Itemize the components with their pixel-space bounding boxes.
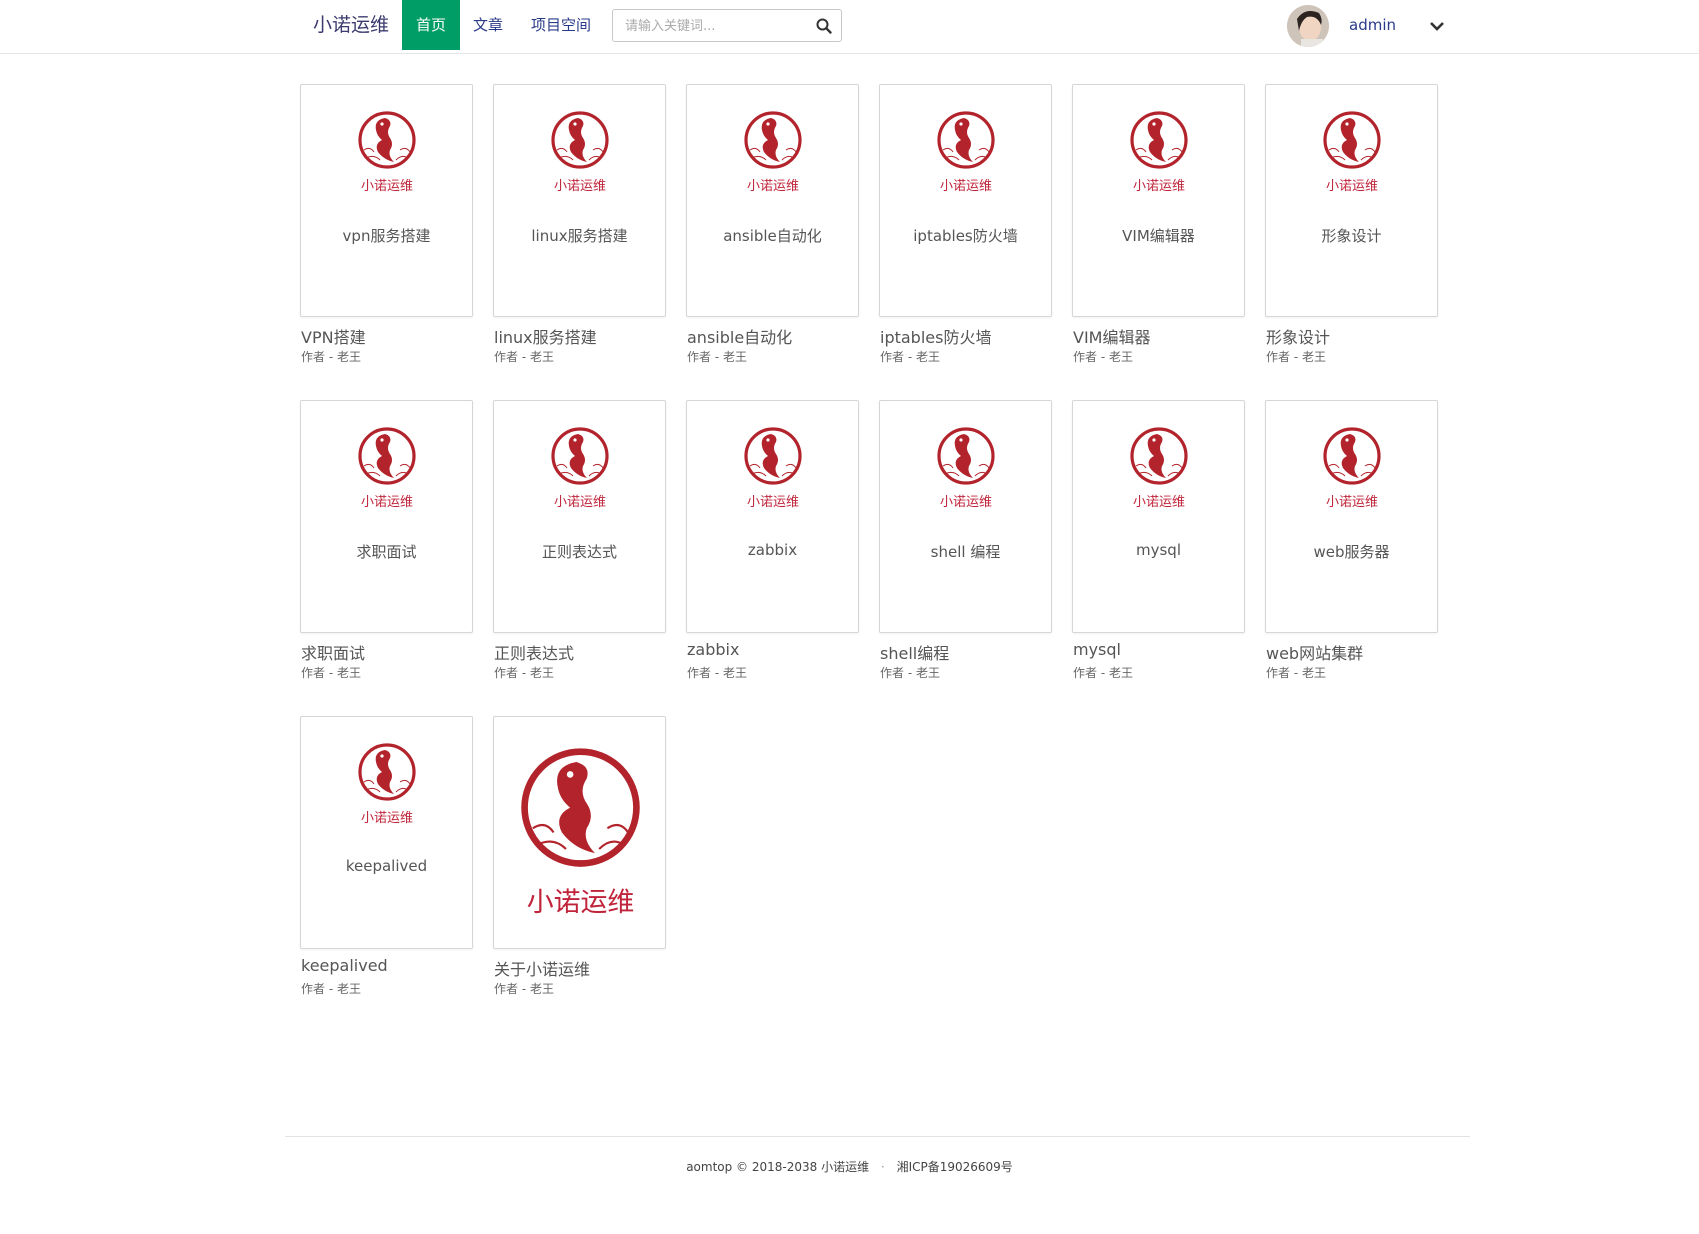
book-cover-title: vpn服务搭建: [342, 227, 431, 245]
book-cover[interactable]: ansible自动化: [686, 84, 859, 317]
book-title[interactable]: mysql: [1073, 640, 1121, 659]
book-title[interactable]: iptables防火墙: [880, 324, 991, 348]
book-author: 作者 - 老王: [494, 350, 554, 364]
book-author: 作者 - 老王: [687, 350, 747, 364]
koi-fish-logo-icon: [551, 427, 609, 512]
book-title[interactable]: web网站集群: [1266, 640, 1363, 664]
nav-projects[interactable]: 项目空间: [531, 0, 591, 50]
footer-copyright: aomtop © 2018-2038 小诺运维: [686, 1160, 870, 1174]
book-title[interactable]: VIM编辑器: [1073, 324, 1150, 348]
avatar-photo-icon: [1287, 5, 1329, 47]
book-title[interactable]: ansible自动化: [687, 324, 792, 348]
book-cover-title: 正则表达式: [541, 543, 617, 561]
book-cover[interactable]: web服务器: [1265, 400, 1438, 633]
search-input[interactable]: [625, 17, 805, 35]
book-title[interactable]: 形象设计: [1266, 324, 1330, 348]
book-cover[interactable]: vpn服务搭建: [300, 84, 473, 317]
book-title[interactable]: 求职面试: [301, 640, 365, 664]
book-title[interactable]: VPN搭建: [301, 324, 366, 348]
book-cover-title: zabbix: [747, 541, 798, 559]
koi-fish-logo-icon: [744, 111, 802, 196]
book-cover[interactable]: keepalived: [300, 716, 473, 949]
book-cover-title: 形象设计: [1321, 227, 1382, 245]
book-cover-title: shell 编程: [930, 543, 1001, 561]
koi-fish-logo-icon: [744, 427, 802, 512]
book-cover[interactable]: 形象设计: [1265, 84, 1438, 317]
koi-fish-logo-icon: [1323, 427, 1381, 512]
koi-fish-logo-icon: [508, 737, 653, 932]
book-cover[interactable]: VIM编辑器: [1072, 84, 1245, 317]
book-title[interactable]: 正则表达式: [494, 640, 574, 664]
book-author: 作者 - 老王: [1073, 666, 1133, 680]
user-avatar[interactable]: [1287, 5, 1329, 47]
book-cover[interactable]: linux服务搭建: [493, 84, 666, 317]
koi-fish-logo-icon: [358, 111, 416, 196]
username[interactable]: admin: [1349, 16, 1396, 34]
footer: aomtop © 2018-2038 小诺运维 · 湘ICP备19026609号: [0, 1158, 1699, 1175]
search-box: [612, 9, 842, 42]
koi-fish-logo-icon: [1323, 111, 1381, 196]
koi-fish-logo-icon: [358, 743, 416, 828]
koi-fish-logo-icon: [1130, 111, 1188, 196]
koi-fish-logo-icon: [937, 111, 995, 196]
book-author: 作者 - 老王: [880, 666, 940, 680]
footer-separator: ·: [880, 1160, 885, 1174]
brand-logo-text[interactable]: 小诺运维: [313, 11, 389, 39]
book-cover-title: linux服务搭建: [531, 227, 628, 245]
book-cover-title: mysql: [1136, 541, 1181, 559]
koi-fish-logo-icon: [1130, 427, 1188, 512]
book-author: 作者 - 老王: [301, 350, 361, 364]
book-cover-title: web服务器: [1313, 543, 1390, 561]
book-author: 作者 - 老王: [301, 666, 361, 680]
book-title[interactable]: 关于小诺运维: [494, 956, 590, 980]
book-author: 作者 - 老王: [1266, 350, 1326, 364]
nav-articles[interactable]: 文章: [473, 0, 503, 50]
book-cover-title: iptables防火墙: [913, 227, 1018, 245]
book-cover-title: 求职面试: [356, 543, 417, 561]
chevron-down-icon[interactable]: [1428, 17, 1446, 35]
book-author: 作者 - 老王: [494, 982, 554, 996]
book-title[interactable]: shell编程: [880, 640, 949, 664]
book-cover[interactable]: 求职面试: [300, 400, 473, 633]
book-cover[interactable]: [493, 716, 666, 949]
book-author: 作者 - 老王: [494, 666, 554, 680]
book-cover-title: ansible自动化: [723, 227, 822, 245]
book-author: 作者 - 老王: [1266, 666, 1326, 680]
book-author: 作者 - 老王: [880, 350, 940, 364]
search-icon[interactable]: [815, 17, 833, 35]
book-cover[interactable]: 正则表达式: [493, 400, 666, 633]
book-title[interactable]: keepalived: [301, 956, 388, 975]
footer-divider: [285, 1136, 1470, 1137]
book-cover[interactable]: shell 编程: [879, 400, 1052, 633]
nav-home[interactable]: 首页: [402, 0, 460, 50]
koi-fish-logo-icon: [937, 427, 995, 512]
book-author: 作者 - 老王: [687, 666, 747, 680]
book-author: 作者 - 老王: [301, 982, 361, 996]
book-cover[interactable]: zabbix: [686, 400, 859, 633]
koi-fish-logo-icon: [358, 427, 416, 512]
book-cover-title: keepalived: [345, 857, 428, 875]
book-cover[interactable]: mysql: [1072, 400, 1245, 633]
book-cover-title: VIM编辑器: [1122, 227, 1195, 245]
book-cover[interactable]: iptables防火墙: [879, 84, 1052, 317]
book-author: 作者 - 老王: [1073, 350, 1133, 364]
footer-icp-link[interactable]: 湘ICP备19026609号: [897, 1160, 1013, 1174]
koi-fish-logo-icon: [551, 111, 609, 196]
book-title[interactable]: linux服务搭建: [494, 324, 597, 348]
top-navbar: 小诺运维 首页 文章 项目空间 admin: [0, 0, 1699, 54]
book-title[interactable]: zabbix: [687, 640, 739, 659]
